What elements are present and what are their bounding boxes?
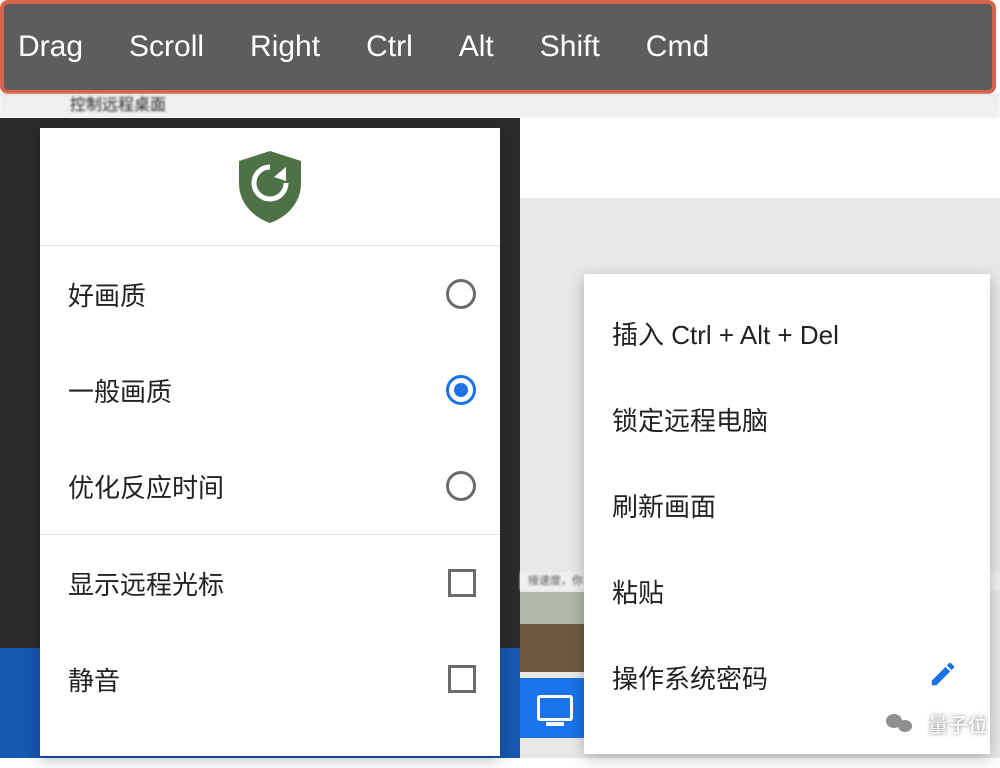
menu-label: 刷新画面	[612, 487, 716, 524]
menu-label: 插入 Ctrl + Alt + Del	[612, 315, 839, 352]
radio-icon	[446, 279, 476, 309]
checkbox-icon	[448, 569, 476, 597]
toggle-label: 静音	[68, 661, 120, 698]
scroll-button[interactable]: Scroll	[123, 26, 210, 68]
menu-refresh[interactable]: 刷新画面	[584, 462, 990, 548]
edit-pencil-icon[interactable]	[928, 659, 958, 696]
quality-settings-panel: 好画质 一般画质 优化反应时间 显示远程光标 静音	[40, 128, 500, 756]
shield-refresh-icon	[235, 149, 305, 225]
monitor-icon	[537, 695, 573, 721]
toggle-mute[interactable]: 静音	[40, 631, 500, 727]
bottom-toolbar-fragment	[520, 678, 590, 738]
quality-option-best[interactable]: 好画质	[40, 246, 500, 342]
shift-button[interactable]: Shift	[534, 26, 606, 68]
ctrl-button[interactable]: Ctrl	[360, 26, 419, 68]
partial-header-text: 控制远程桌面	[0, 94, 1000, 118]
drag-button[interactable]: Drag	[12, 26, 89, 68]
quality-option-normal[interactable]: 一般画质	[40, 342, 500, 438]
remote-desktop-thumbnail	[520, 592, 590, 672]
option-label: 优化反应时间	[68, 468, 224, 505]
option-label: 一般画质	[68, 372, 172, 409]
quality-option-latency[interactable]: 优化反应时间	[40, 438, 500, 534]
menu-label: 操作系统密码	[612, 659, 768, 696]
menu-insert-cad[interactable]: 插入 Ctrl + Alt + Del	[584, 290, 990, 376]
cmd-button[interactable]: Cmd	[640, 26, 715, 68]
radio-icon	[446, 471, 476, 501]
menu-paste[interactable]: 粘贴	[584, 548, 990, 634]
menu-lock-remote[interactable]: 锁定远程电脑	[584, 376, 990, 462]
watermark-text: 量子位	[928, 709, 988, 738]
modifier-toolbar: Drag Scroll Right Ctrl Alt Shift Cmd	[4, 4, 992, 90]
radio-checked-icon	[446, 375, 476, 405]
menu-label: 锁定远程电脑	[612, 401, 768, 438]
modifier-toolbar-highlight: Drag Scroll Right Ctrl Alt Shift Cmd	[0, 0, 996, 94]
wechat-watermark: 量子位	[880, 706, 988, 740]
alt-button[interactable]: Alt	[453, 26, 500, 68]
wechat-icon	[880, 706, 920, 740]
menu-label: 粘贴	[612, 573, 664, 610]
toggle-show-remote-cursor[interactable]: 显示远程光标	[40, 535, 500, 631]
checkbox-icon	[448, 665, 476, 693]
option-label: 好画质	[68, 276, 146, 313]
toggle-label: 显示远程光标	[68, 565, 224, 602]
right-button[interactable]: Right	[244, 26, 326, 68]
panel-header	[40, 128, 500, 246]
actions-menu: 插入 Ctrl + Alt + Del 锁定远程电脑 刷新画面 粘贴 操作系统密…	[584, 274, 990, 754]
